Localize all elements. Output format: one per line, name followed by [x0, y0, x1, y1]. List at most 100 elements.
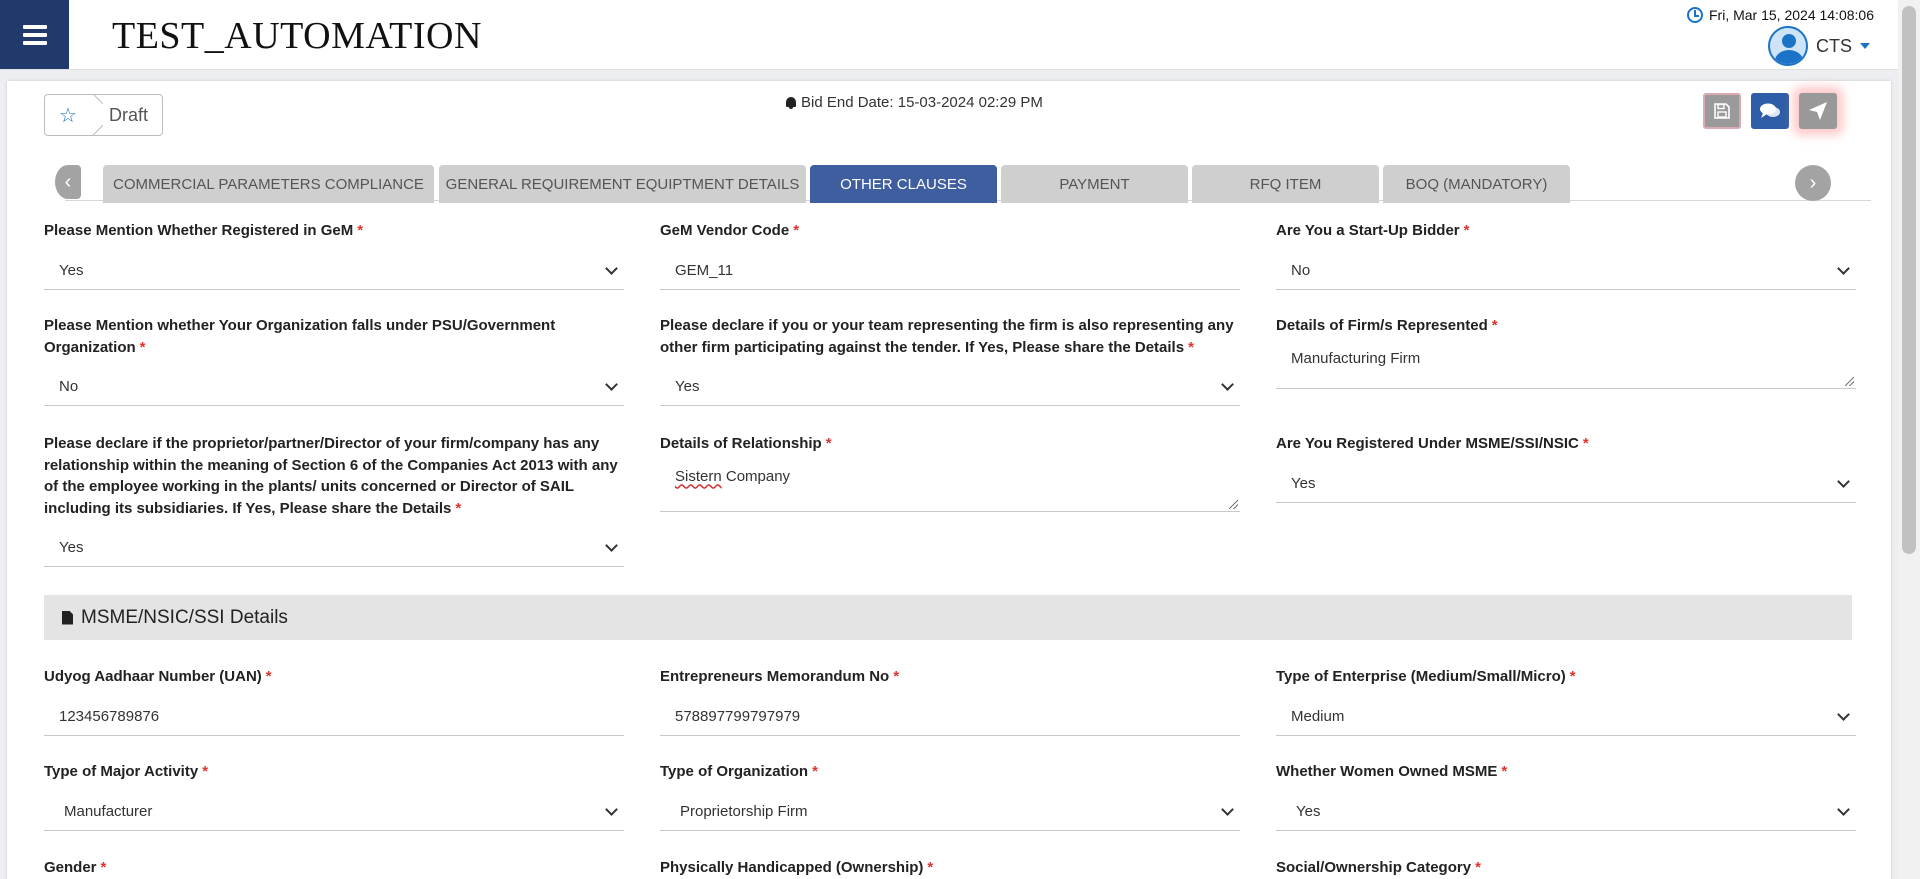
breadcrumb-separator	[91, 95, 103, 135]
chevron-down-icon	[1837, 707, 1850, 721]
scrollbar-thumb[interactable]	[1902, 6, 1916, 554]
em-no-input[interactable]: 578897799797979	[660, 698, 1240, 736]
tab-other-clauses[interactable]: OTHER CLAUSES	[810, 165, 997, 203]
chat-button[interactable]	[1751, 93, 1789, 129]
select-value: Proprietorship Firm	[680, 802, 808, 820]
user-name: CTS	[1816, 35, 1852, 56]
women-owned-select[interactable]: Yes	[1276, 793, 1856, 831]
org-type-select[interactable]: Proprietorship Firm	[660, 793, 1240, 831]
field-enterprise-type: Type of Enterprise (Medium/Small/Micro) *…	[1276, 666, 1856, 736]
field-relationship-sail: Please declare if the proprietor/partner…	[44, 433, 624, 567]
textarea-value: Company	[721, 467, 791, 485]
input-value: 123456789876	[59, 707, 160, 725]
chevron-down-icon	[605, 802, 618, 816]
field-label: Details of Firm/s Represented	[1276, 317, 1488, 334]
required-marker: *	[1188, 338, 1194, 356]
bid-end-text: Bid End Date: 15-03-2024 02:29 PM	[801, 94, 1043, 111]
datetime-display: Fri, Mar 15, 2024 14:08:06	[1687, 7, 1874, 23]
field-major-activity: Type of Major Activity * Manufacturer	[44, 761, 624, 831]
tabs-scroll-right-button[interactable]: ›	[1795, 165, 1831, 201]
firms-represented-textarea[interactable]: Manufacturing Firm	[1276, 342, 1856, 389]
star-icon[interactable]: ☆	[45, 95, 91, 135]
msme-registered-select[interactable]: Yes	[1276, 465, 1856, 503]
input-value: 578897799797979	[675, 707, 801, 725]
field-representing-firm: Please declare if you or your team repre…	[660, 315, 1240, 406]
required-marker: *	[825, 435, 832, 452]
menu-icon[interactable]	[0, 0, 69, 69]
field-psu-org: Please Mention whether Your Organization…	[44, 315, 634, 406]
msme-section-header: MSME/NSIC/SSI Details	[44, 595, 1852, 640]
tab-general-requirement[interactable]: GENERAL REQUIREMENT EQUIPTMENT DETAILS	[439, 165, 806, 203]
field-label: Are You Registered Under MSME/SSI/NSIC	[1276, 435, 1579, 452]
required-marker: *	[100, 859, 107, 876]
page-scrollbar[interactable]	[1898, 0, 1920, 879]
field-gender: Gender *	[44, 857, 624, 879]
field-registered-gem: Please Mention Whether Registered in GeM…	[44, 220, 624, 290]
startup-bidder-select[interactable]: No	[1276, 252, 1856, 290]
major-activity-select[interactable]: Manufacturer	[44, 793, 624, 831]
uan-input[interactable]: 123456789876	[44, 698, 624, 736]
save-button[interactable]	[1703, 93, 1741, 129]
tab-rfq-item[interactable]: RFQ ITEM	[1192, 165, 1379, 203]
relationship-details-textarea[interactable]: Sistern Company	[660, 460, 1240, 512]
chevron-down-icon	[605, 539, 618, 552]
registered-gem-select[interactable]: Yes	[44, 252, 624, 290]
field-gem-vendor-code: GeM Vendor Code * GEM_11	[660, 220, 1240, 290]
user-menu[interactable]: CTS	[1768, 26, 1870, 66]
send-button[interactable]	[1799, 93, 1837, 129]
required-marker: *	[139, 338, 146, 356]
required-marker: *	[793, 222, 800, 239]
required-marker: *	[1475, 859, 1481, 876]
field-org-type: Type of Organization * Proprietorship Fir…	[660, 761, 1240, 831]
gem-vendor-code-input[interactable]: GEM_11	[660, 252, 1240, 290]
document-icon	[62, 610, 73, 625]
chevron-down-icon	[1837, 261, 1850, 275]
chevron-down-icon	[1860, 43, 1870, 49]
resize-handle-icon[interactable]	[1229, 499, 1238, 509]
field-uan: Udyog Aadhaar Number (UAN) * 123456789876	[44, 666, 624, 736]
tab-commercial-parameters[interactable]: COMMERCIAL PARAMETERS COMPLIANCE	[103, 165, 434, 203]
input-value: GEM_11	[675, 261, 734, 279]
misspelled-word: Sistern	[675, 467, 722, 485]
select-value: Medium	[1291, 707, 1345, 725]
field-label: Please declare if the proprietor/partner…	[44, 435, 618, 517]
relationship-sail-select[interactable]: Yes	[44, 529, 624, 567]
field-relationship-details: Details of Relationship * Sistern Company	[660, 433, 1240, 512]
tabs-scroll-left-button[interactable]: ‹	[55, 165, 81, 199]
required-marker: *	[1501, 763, 1508, 780]
field-label: Social/Ownership Category	[1276, 859, 1472, 876]
enterprise-type-select[interactable]: Medium	[1276, 698, 1856, 736]
select-value: Yes	[59, 539, 84, 556]
field-label: Please Mention whether Your Organization…	[44, 317, 556, 356]
datetime-text: Fri, Mar 15, 2024 14:08:06	[1709, 7, 1874, 23]
required-marker: *	[455, 499, 462, 517]
tab-boq[interactable]: BOQ (MANDATORY)	[1383, 165, 1570, 203]
field-label: Physically Handicapped (Ownership)	[660, 859, 924, 876]
app-title: TEST_AUTOMATION	[112, 15, 482, 57]
select-value: Yes	[59, 261, 84, 279]
select-value: No	[59, 378, 79, 395]
action-buttons	[1703, 93, 1837, 129]
tab-payment[interactable]: PAYMENT	[1001, 165, 1188, 203]
select-value: Yes	[675, 378, 700, 395]
chevron-down-icon	[1221, 802, 1234, 816]
field-startup-bidder: Are You a Start-Up Bidder * No	[1276, 220, 1856, 290]
save-icon	[1714, 103, 1730, 119]
chevron-down-icon	[605, 378, 618, 391]
resize-handle-icon[interactable]	[1845, 376, 1854, 386]
status-label[interactable]: Draft	[103, 95, 162, 135]
field-label: Type of Organization	[660, 763, 809, 780]
textarea-value: Manufacturing Firm	[1291, 349, 1421, 367]
field-label: Type of Major Activity	[44, 763, 199, 780]
field-label: Please Mention Whether Registered in GeM	[44, 222, 354, 239]
required-marker: *	[1569, 668, 1576, 685]
bid-end-date: Bid End Date: 15-03-2024 02:29 PM	[785, 94, 1043, 111]
psu-org-select[interactable]: No	[44, 368, 624, 406]
required-marker: *	[265, 668, 272, 685]
chat-icon	[1760, 103, 1780, 118]
clock-icon	[1687, 7, 1703, 23]
field-label: Are You a Start-Up Bidder	[1276, 222, 1460, 239]
send-icon	[1809, 102, 1827, 120]
field-women-owned: Whether Women Owned MSME * Yes	[1276, 761, 1856, 831]
representing-firm-select[interactable]: Yes	[660, 368, 1240, 406]
